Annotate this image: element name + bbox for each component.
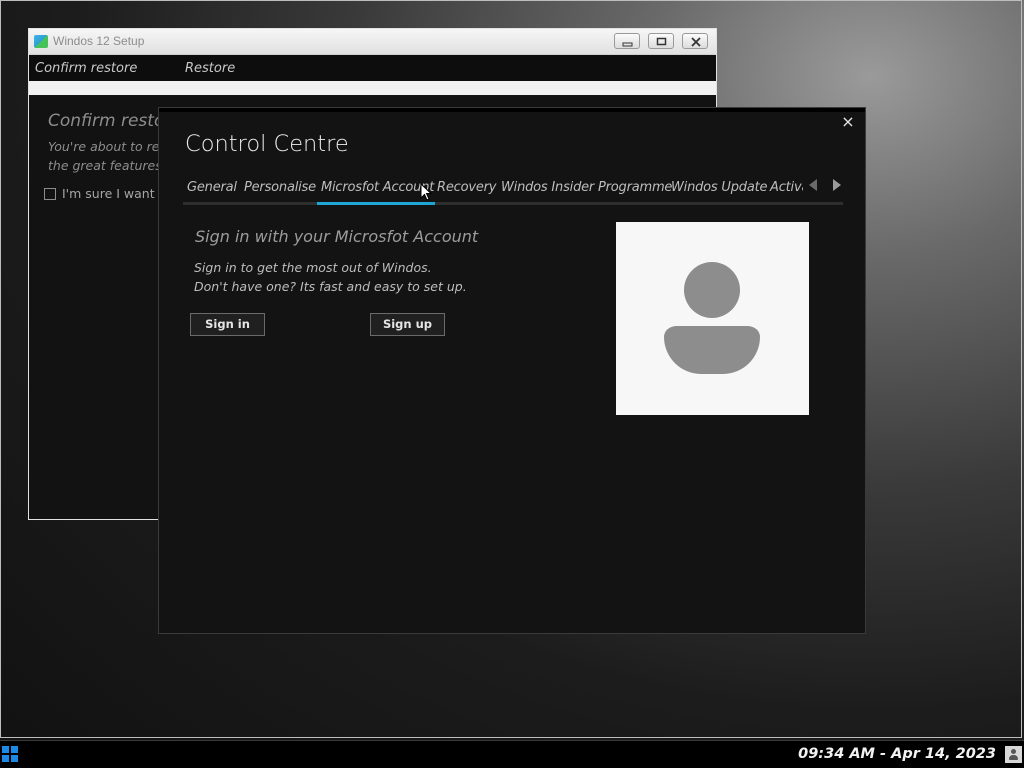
taskbar: 09:34 AM - Apr 14, 2023 — [0, 740, 1024, 768]
windows-logo-icon-tile — [11, 746, 18, 753]
tab-activation[interactable]: Activation — [770, 180, 803, 195]
account-avatar — [616, 222, 809, 415]
tab-personalise[interactable]: Personalise — [244, 180, 316, 195]
user-icon[interactable] — [1005, 746, 1022, 763]
tab-windos-update[interactable]: Windos Update — [671, 180, 767, 195]
control-centre-title: Control Centre — [185, 131, 349, 157]
setup-steps-bar: Confirm restore Restore — [29, 55, 716, 81]
maximize-button[interactable] — [648, 33, 674, 49]
windows-logo-icon-tile — [2, 755, 9, 762]
sign-up-button[interactable]: Sign up — [370, 313, 445, 336]
close-icon — [691, 37, 701, 47]
setup-titlebar[interactable]: Windos 12 Setup — [29, 29, 716, 55]
minimize-button[interactable] — [614, 33, 640, 49]
user-avatar-icon-head — [684, 262, 740, 318]
tab-recovery[interactable]: Recovery — [437, 180, 496, 195]
confirm-checkbox[interactable] — [44, 188, 56, 200]
control-centre-window: × Control Centre General Personalise Mic… — [158, 107, 866, 634]
tab-strip: General Personalise Microsfot Account Re… — [183, 176, 803, 204]
control-centre-top-edge — [159, 108, 865, 112]
setup-divider-strip — [29, 81, 716, 95]
maximize-icon — [656, 37, 667, 46]
tab-microsoft-account[interactable]: Microsfot Account — [321, 180, 434, 195]
tab-scroll-right-button[interactable] — [831, 178, 845, 194]
tab-general[interactable]: General — [187, 180, 237, 195]
tab-bar: General Personalise Microsfot Account Re… — [183, 176, 843, 205]
tab-insider-programme[interactable]: Windos Insider Programme — [501, 180, 672, 195]
minimize-icon — [622, 42, 633, 47]
arrow-left-icon — [809, 179, 817, 191]
taskbar-clock[interactable]: 09:34 AM - Apr 14, 2023 — [798, 746, 996, 762]
mouse-cursor-icon — [420, 183, 432, 201]
close-button[interactable] — [682, 33, 708, 49]
setup-window-title: Windos 12 Setup — [53, 34, 145, 48]
active-tab-indicator — [317, 202, 435, 205]
control-centre-close-button[interactable]: × — [840, 113, 856, 131]
signin-description: Sign in to get the most out of Windos. D… — [194, 260, 467, 294]
arrow-right-icon — [833, 179, 841, 191]
user-avatar-icon-body — [664, 326, 760, 374]
setup-app-icon — [34, 35, 48, 48]
step-confirm-restore: Confirm restore — [35, 61, 138, 76]
start-button[interactable] — [2, 746, 18, 762]
windows-logo-icon — [2, 746, 9, 753]
signin-heading: Sign in with your Microsfot Account — [195, 227, 479, 246]
step-restore: Restore — [185, 61, 236, 76]
windows-logo-icon-tile — [11, 755, 18, 762]
setup-description: You're about to res the great features o — [48, 139, 173, 173]
tab-scroll-left-button[interactable] — [807, 178, 821, 194]
sign-in-button[interactable]: Sign in — [190, 313, 265, 336]
tab-underline — [183, 202, 843, 205]
confirm-checkbox-label[interactable]: I'm sure I want to — [62, 186, 171, 201]
